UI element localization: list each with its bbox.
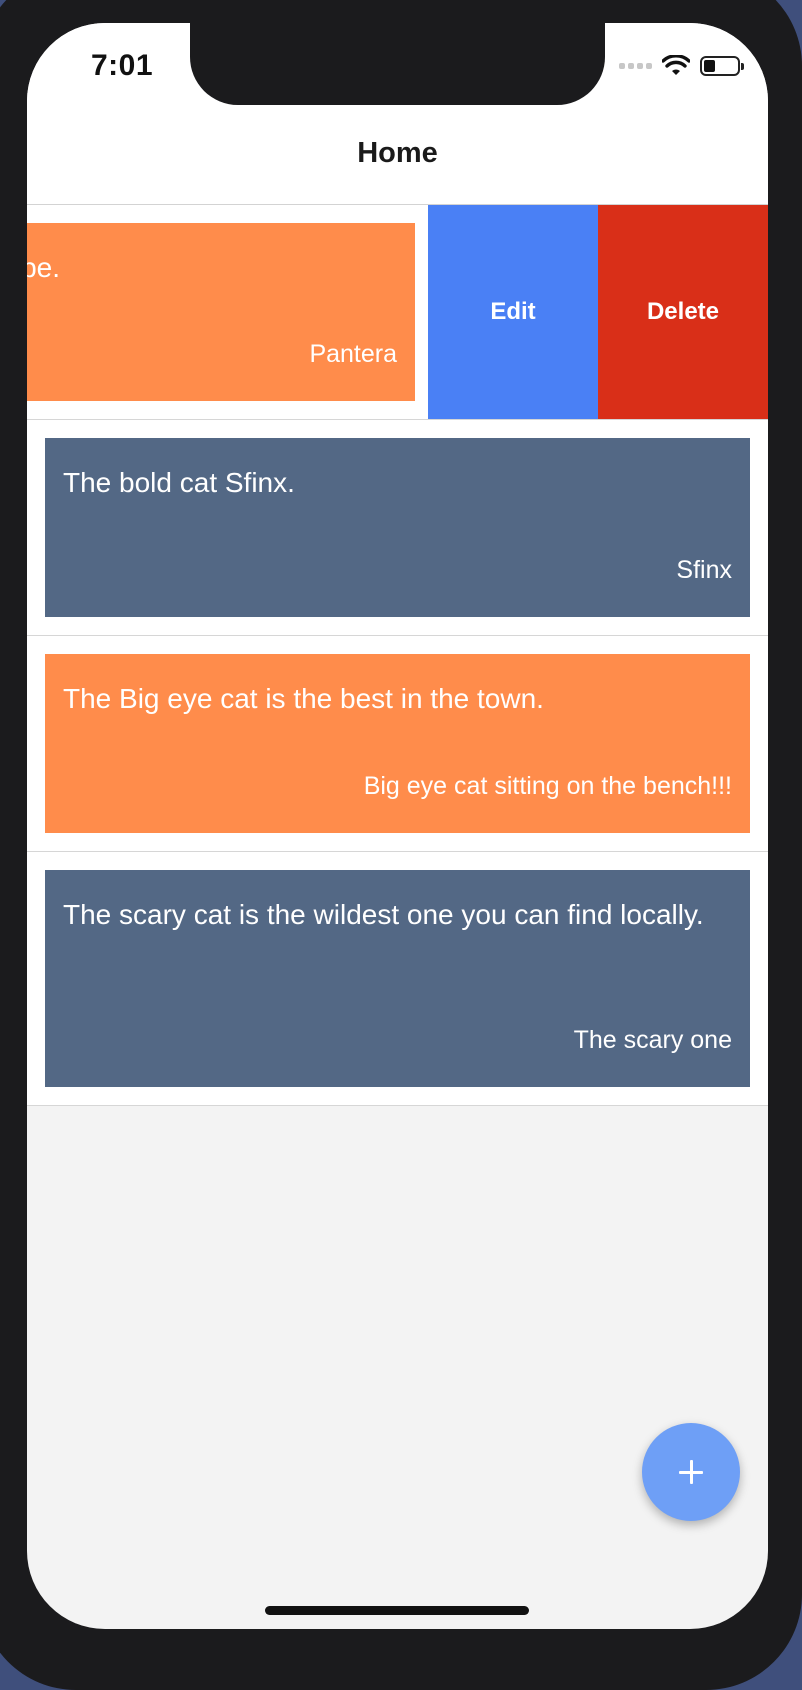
navigation-bar: Home [27,103,768,205]
cat-card[interactable]: rope. Pantera [27,223,415,401]
card-text: rope. [27,252,60,283]
plus-icon [679,1460,703,1484]
card-author: The scary one [573,1026,732,1054]
list-item[interactable]: rope. Pantera Edit Delete [27,205,768,420]
card-text: The Big eye cat is the best in the town. [63,683,544,714]
battery-level [704,60,715,72]
status-icons [619,55,744,77]
card-author: Sfinx [676,556,732,584]
home-indicator[interactable] [265,1606,529,1615]
swipe-actions: Edit Delete [428,205,768,419]
cat-card[interactable]: The bold cat Sfinx. Sfinx [45,438,750,617]
app-screen: 7:01 Home rope. Pantera Edit [27,23,768,1629]
delete-button[interactable]: Delete [598,205,768,419]
status-time: 7:01 [91,49,154,82]
card-author: Big eye cat sitting on the bench!!! [363,772,732,800]
cat-card[interactable]: The Big eye cat is the best in the town.… [45,654,750,833]
cellular-signal-icon [619,63,652,69]
list-item[interactable]: The bold cat Sfinx. Sfinx [27,420,768,636]
cat-list: rope. Pantera Edit Delete The bold cat S… [27,205,768,1106]
edit-button[interactable]: Edit [428,205,598,419]
list-item[interactable]: The scary cat is the wildest one you can… [27,852,768,1106]
add-button[interactable] [642,1423,740,1521]
card-text: The scary cat is the wildest one you can… [63,899,704,930]
card-text: The bold cat Sfinx. [63,467,295,498]
cat-card[interactable]: The scary cat is the wildest one you can… [45,870,750,1087]
device-notch [190,23,605,105]
list-item[interactable]: The Big eye cat is the best in the town.… [27,636,768,852]
battery-icon [700,56,744,76]
wifi-icon [662,55,690,75]
page-title: Home [357,137,438,169]
card-author: Pantera [309,340,397,368]
